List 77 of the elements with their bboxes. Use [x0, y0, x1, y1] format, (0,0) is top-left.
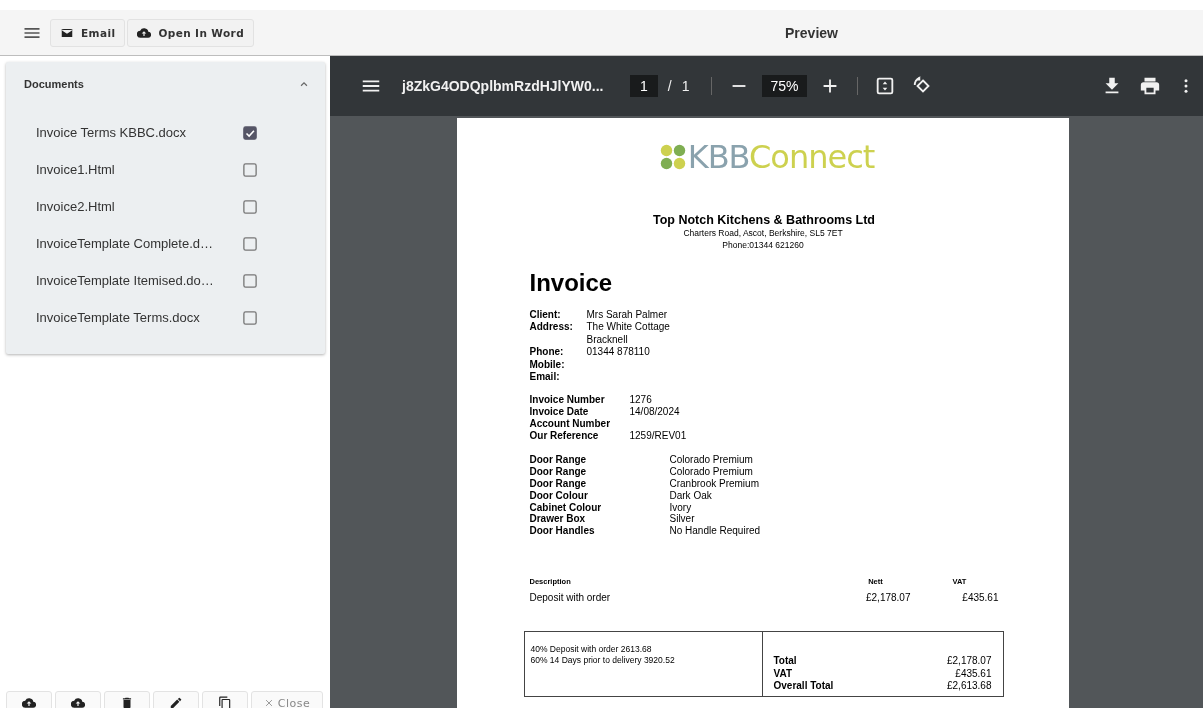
logo-wordmark: KBBConnect — [687, 138, 875, 176]
field-label: Mobile: — [529, 358, 566, 372]
field-label: Address: — [529, 321, 574, 335]
document-heading: Invoice — [529, 269, 614, 297]
total-label: Total — [773, 655, 798, 668]
field-label: Door Handles — [529, 525, 596, 537]
document-name[interactable]: InvoiceTemplate Itemised.do… — [36, 273, 243, 288]
total-label: VAT — [773, 667, 793, 680]
field-label: Invoice Date — [529, 406, 590, 419]
checkbox[interactable] — [243, 273, 257, 288]
table-cell-text: £2,178.07 — [865, 592, 911, 603]
document-name[interactable]: Invoice Terms KBBC.docx — [36, 125, 243, 140]
zoom-field[interactable]: 75% — [762, 75, 807, 97]
cloud-upload-icon — [137, 25, 152, 40]
document-name[interactable]: InvoiceTemplate Complete.d… — [36, 236, 243, 251]
pencil-icon — [169, 696, 183, 708]
field-label: Door Range — [529, 478, 588, 490]
close-button[interactable]: Close — [251, 691, 323, 708]
file-name: j8ZkG4ODQplbmRzdHJlYW0... — [402, 78, 605, 94]
field-value: Colorado Premium — [669, 466, 754, 479]
print-icon[interactable] — [1139, 75, 1161, 97]
checkbox[interactable] — [243, 310, 257, 325]
cloud-upload-icon — [22, 696, 36, 708]
field-label: Cabinet Colour — [529, 501, 603, 514]
checkbox[interactable] — [243, 199, 257, 214]
page-title: Preview — [785, 24, 838, 41]
document-name[interactable]: InvoiceTemplate Terms.docx — [36, 310, 243, 325]
field-value: 1276 — [629, 394, 653, 407]
field-value: Cranbrook Premium — [669, 478, 760, 490]
field-label: Phone: — [529, 346, 565, 359]
checkbox[interactable] — [243, 236, 257, 251]
field-value: 14/08/2024 — [629, 406, 681, 419]
page-count: 1 — [681, 78, 690, 94]
field-value: Bracknell — [586, 333, 629, 347]
field-value: The White Cottage — [586, 321, 671, 334]
table-cell-text: Deposit with order — [529, 592, 612, 603]
open-in-word-button[interactable]: Open In Word — [127, 18, 255, 47]
document-name[interactable]: Invoice2.Html — [36, 199, 243, 214]
total-value: £2,178.07 — [947, 655, 992, 668]
payment-term: 60% 14 Days prior to delivery 3920.52 — [530, 655, 676, 666]
copy-icon — [218, 696, 232, 708]
field-value: No Handle Required — [669, 525, 762, 537]
company-address: Charters Road, Ascot, Berkshire, SL5 7ET — [682, 227, 844, 239]
field-value: 1259/REV01 — [629, 430, 688, 443]
checkbox[interactable] — [243, 162, 257, 177]
field-value: Ivory — [669, 501, 693, 514]
field-value: 01344 878110 — [586, 346, 651, 359]
field-value: Silver — [669, 513, 696, 526]
field-label: Our Reference — [529, 430, 600, 443]
field-label: Drawer Box — [529, 513, 587, 526]
field-label: Door Range — [529, 466, 588, 479]
total-value: £2,613.68 — [947, 680, 992, 693]
field-value: Colorado Premium — [669, 454, 754, 467]
company-phone: Phone:01344 621260 — [721, 239, 805, 251]
field-label: Email: — [529, 371, 561, 384]
four-dots-logo-icon — [659, 144, 686, 170]
document-name[interactable]: Invoice1.Html — [36, 162, 243, 177]
company-name: Top Notch Kitchens & Bathrooms Ltd — [652, 213, 876, 227]
field-label: Door Colour — [529, 489, 589, 502]
email-button[interactable]: Email — [50, 18, 126, 47]
page-separator: / — [667, 78, 672, 94]
field-value: Dark Oak — [669, 489, 713, 502]
close-icon — [263, 698, 274, 708]
total-label: Overall Total — [773, 680, 835, 693]
page-number-field[interactable]: 1 — [630, 75, 658, 97]
payment-term: 40% Deposit with order 2613.68 — [530, 644, 653, 655]
table-cell-text: £435.61 — [961, 592, 999, 603]
field-label: Door Range — [529, 454, 588, 467]
cloud-upload-icon — [71, 696, 85, 708]
field-value: Mrs Sarah Palmer — [586, 309, 669, 322]
panel-title: Documents — [24, 78, 84, 90]
checkbox[interactable] — [243, 125, 257, 140]
field-label: Client: — [529, 309, 562, 322]
trash-icon — [120, 696, 134, 708]
field-label: Account Number — [529, 418, 612, 431]
field-label: Invoice Number — [529, 394, 606, 407]
total-value: £435.61 — [954, 667, 992, 680]
